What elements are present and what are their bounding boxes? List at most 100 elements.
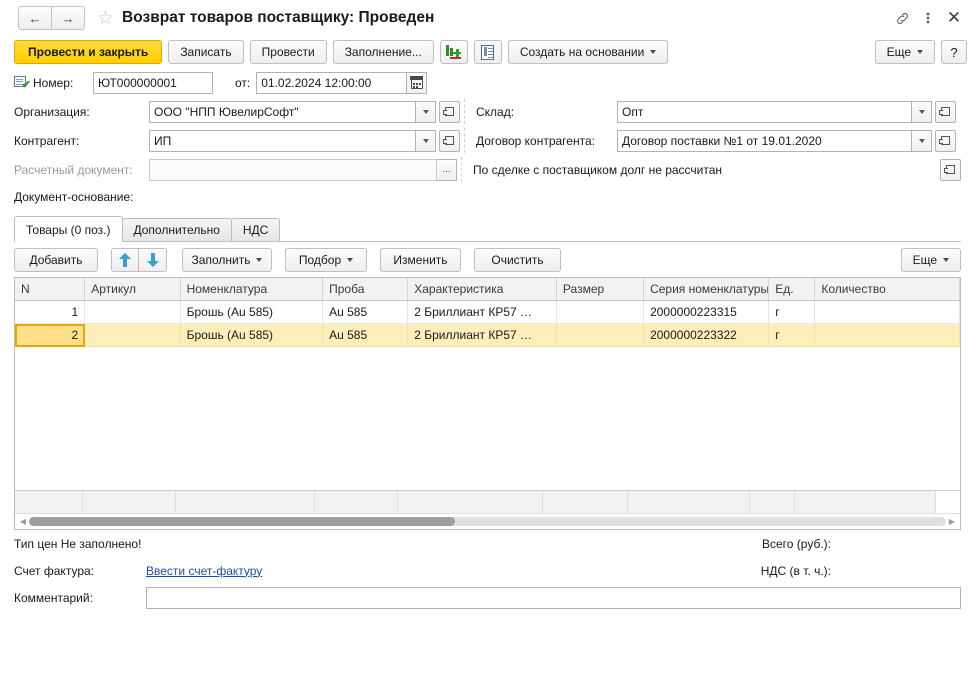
settlement-document-label: Расчетный документ: <box>14 162 133 177</box>
contract-dropdown-button[interactable] <box>912 129 932 152</box>
warehouse-input[interactable]: Опт <box>617 100 912 123</box>
counterparty-dropdown-button[interactable] <box>416 129 436 152</box>
organization-input[interactable]: ООО "НПП ЮвелирСофт" <box>149 100 416 123</box>
scrollbar-thumb[interactable] <box>29 517 456 526</box>
footer-cell-proba <box>315 491 398 513</box>
cell-art[interactable] <box>84 323 181 347</box>
footer-cell-char <box>398 491 543 513</box>
column-header-proba[interactable]: Проба <box>322 278 409 301</box>
warehouse-select-button[interactable] <box>935 100 956 123</box>
document-approved-icon: ✔ <box>14 76 31 91</box>
counterparty-select-button[interactable] <box>439 129 460 152</box>
cell-size[interactable] <box>556 323 645 347</box>
number-input[interactable]: ЮТ000000001 <box>93 71 213 94</box>
command-bar: Провести и закрыть Записать Провести Зап… <box>0 36 975 68</box>
column-header-qty[interactable]: Количество <box>814 278 960 301</box>
settlement-document-more-button[interactable]: ... <box>437 158 457 181</box>
fill-button[interactable]: Заполнение... <box>332 40 434 64</box>
column-header-size[interactable]: Размер <box>556 278 645 301</box>
move-row-up-button[interactable] <box>111 248 139 272</box>
cell-unit[interactable]: г <box>768 300 816 324</box>
window-titlebar: ← → ☆ Возврат товаров поставщику: Провед… <box>0 0 975 36</box>
settlement-document-input[interactable] <box>149 158 437 181</box>
cell-ser[interactable]: 2000000223322 <box>643 323 770 347</box>
enter-invoice-link[interactable]: Ввести счет-фактуру <box>146 564 262 578</box>
cell-proba[interactable]: Au 585 <box>322 323 409 347</box>
cell-art[interactable] <box>84 300 181 324</box>
cell-nom[interactable]: Брошь (Au 585) <box>180 323 324 347</box>
contract-select-button[interactable] <box>935 129 956 152</box>
cell-n[interactable]: 1 <box>15 300 86 324</box>
date-input[interactable]: 01.02.2024 12:00:00 <box>256 71 408 94</box>
table-row[interactable]: 1 Брошь (Au 585) Au 585 2 Бриллиант КР57 … 2… <box>15 300 960 324</box>
organization-label: Организация: <box>14 104 90 119</box>
total-label: Всего (руб.): <box>761 536 831 551</box>
calendar-button[interactable] <box>407 71 428 94</box>
counterparty-input[interactable]: ИП <box>149 129 416 152</box>
back-button[interactable]: ← <box>18 6 52 30</box>
post-button[interactable]: Провести <box>249 40 327 64</box>
table-more-label: Еще <box>912 253 937 267</box>
write-button[interactable]: Записать <box>168 40 244 64</box>
tab-additional[interactable]: Дополнительно <box>121 218 232 241</box>
column-header-unit[interactable]: Ед. <box>768 278 816 301</box>
cell-char[interactable]: 2 Бриллиант КР57 … <box>407 300 557 324</box>
cell-nom[interactable]: Брошь (Au 585) <box>180 300 324 324</box>
pick-button[interactable]: Подбор <box>285 248 367 272</box>
cell-n[interactable]: 2 <box>15 323 86 347</box>
clear-button[interactable]: Очистить <box>474 248 561 272</box>
warehouse-dropdown-button[interactable] <box>912 100 932 123</box>
forward-button[interactable]: → <box>52 6 85 30</box>
scrollbar-track[interactable] <box>29 517 946 526</box>
tab-vat[interactable]: НДС <box>230 218 281 241</box>
chevron-down-icon <box>650 50 657 54</box>
warehouse-field-group: Опт <box>617 100 956 123</box>
counterparty-field-group: ИП <box>149 129 460 152</box>
table-row[interactable]: 2 Брошь (Au 585) Au 585 2 Бриллиант КР57 … 2… <box>15 323 960 347</box>
link-icon[interactable] <box>889 5 915 31</box>
tab-goods[interactable]: Товары (0 поз.) <box>14 216 123 242</box>
add-row-button[interactable]: Добавить <box>14 248 98 272</box>
table-horizontal-scrollbar[interactable]: ◀ ▶ <box>15 513 960 529</box>
column-header-n[interactable]: N <box>15 278 86 301</box>
column-header-ser[interactable]: Серия номенклатуры <box>643 278 770 301</box>
create-based-on-button[interactable]: Создать на основании <box>507 40 669 64</box>
move-row-down-button[interactable] <box>139 248 167 272</box>
cell-size[interactable] <box>556 300 645 324</box>
debt-open-button[interactable] <box>940 158 961 181</box>
cell-char[interactable]: 2 Бриллиант КР57 … <box>407 323 557 347</box>
change-button[interactable]: Изменить <box>380 248 461 272</box>
more-button[interactable]: Еще <box>874 40 935 64</box>
chevron-down-icon <box>256 258 263 262</box>
more-label: Еще <box>886 45 911 59</box>
debt-note: По сделке с поставщиком долг не рассчита… <box>473 162 723 177</box>
help-button[interactable]: ? <box>941 40 967 64</box>
cell-unit[interactable]: г <box>768 323 816 347</box>
organization-select-button[interactable] <box>439 100 460 123</box>
scroll-right-icon[interactable]: ▶ <box>946 517 958 526</box>
green-add-button[interactable] <box>439 40 468 64</box>
favorite-star-icon[interactable]: ☆ <box>97 9 114 28</box>
goods-table-body: 1 Брошь (Au 585) Au 585 2 Бриллиант КР57 … 2… <box>15 300 960 347</box>
column-header-nom[interactable]: Номенклатура <box>180 278 324 301</box>
cell-qty[interactable] <box>814 300 960 324</box>
organization-dropdown-button[interactable] <box>416 100 436 123</box>
move-row-buttons <box>111 248 167 272</box>
post-and-close-button[interactable]: Провести и закрыть <box>14 40 163 64</box>
report-document-button[interactable] <box>473 40 502 64</box>
cell-proba[interactable]: Au 585 <box>322 300 409 324</box>
comment-input[interactable] <box>146 586 961 609</box>
contract-input[interactable]: Договор поставки №1 от 19.01.2020 <box>617 129 912 152</box>
cell-ser[interactable]: 2000000223315 <box>643 300 770 324</box>
vertical-ellipsis-icon[interactable] <box>915 5 941 31</box>
table-empty-area[interactable] <box>15 347 960 490</box>
cell-qty[interactable] <box>814 323 960 347</box>
table-more-button[interactable]: Еще <box>900 248 961 272</box>
column-header-art[interactable]: Артикул <box>84 278 181 301</box>
column-header-char[interactable]: Характеристика <box>407 278 557 301</box>
close-icon[interactable]: ✕ <box>941 5 967 31</box>
fill-table-button[interactable]: Заполнить <box>182 248 272 272</box>
fill-table-label: Заполнить <box>191 253 251 267</box>
chevron-down-icon <box>918 109 925 114</box>
scroll-left-icon[interactable]: ◀ <box>17 517 29 526</box>
